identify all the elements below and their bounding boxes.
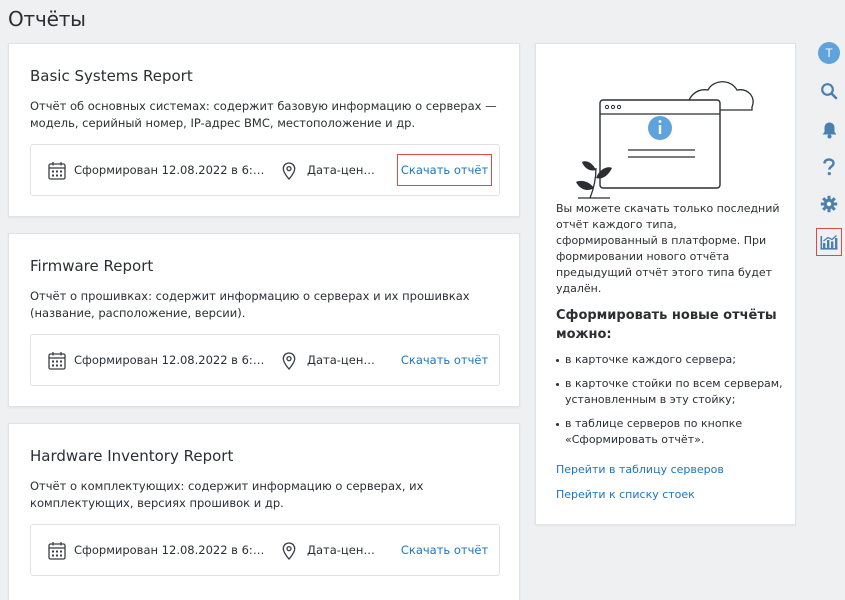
page-title: Отчёты: [8, 7, 86, 31]
right-icon-rail: T: [812, 0, 845, 600]
generated-date: Сформирован 12.08.2022 в 6:03:...: [74, 353, 266, 367]
report-title: Firmware Report: [30, 257, 154, 275]
location-pin-icon: [282, 542, 296, 560]
avatar: T: [818, 42, 840, 64]
help-icon: [823, 158, 835, 176]
report-info-row: Сформирован 12.08.2022 в 6:03:... Дата-ц…: [30, 334, 500, 386]
calendar-icon: [48, 162, 66, 180]
report-description: Отчёт об основных системах: содержит баз…: [30, 99, 497, 130]
report-card-hardware-inventory: Hardware Inventory Report Отчёт о компле…: [8, 423, 520, 600]
reports-button[interactable]: [816, 228, 842, 256]
download-report-button[interactable]: Скачать отчёт: [397, 154, 492, 186]
reports-chart-icon: [820, 235, 838, 250]
calendar-icon: [48, 352, 66, 370]
list-item: в карточке стойки по всем серверам, уста…: [556, 376, 784, 408]
generated-date: Сформирован 12.08.2022 в 6:04:...: [74, 543, 266, 557]
download-report-button[interactable]: Скачать отчёт: [397, 344, 492, 376]
report-info-row: Сформирован 12.08.2022 в 6:04:... Дата-ц…: [30, 144, 500, 196]
calendar-icon: [48, 542, 66, 560]
user-avatar-button[interactable]: T: [816, 39, 842, 67]
report-card-firmware: Firmware Report Отчёт о прошивках: содер…: [8, 233, 520, 407]
racks-list-link[interactable]: Перейти к списку стоек: [556, 488, 695, 501]
report-title: Hardware Inventory Report: [30, 447, 234, 465]
search-button[interactable]: [816, 77, 842, 105]
bell-icon: [822, 122, 836, 139]
info-panel: Вы можете скачать только последний отчёт…: [535, 43, 796, 525]
settings-icon: [820, 195, 838, 213]
report-card-basic-systems: Basic Systems Report Отчёт об основных с…: [8, 43, 520, 217]
datacenter-location: Дата-цент...: [307, 353, 379, 367]
report-description: Отчёт о прошивках: содержит информацию о…: [30, 289, 470, 320]
servers-table-link[interactable]: Перейти в таблицу серверов: [556, 463, 724, 476]
settings-button[interactable]: [816, 190, 842, 218]
location-pin-icon: [282, 352, 296, 370]
report-illustration: [576, 81, 754, 199]
list-item: в таблице серверов по кнопке «Сформирова…: [556, 416, 784, 448]
info-text: Вы можете скачать только последний отчёт…: [556, 202, 780, 295]
report-description: Отчёт о комплектующих: содержит информац…: [30, 479, 424, 510]
notifications-button[interactable]: [816, 116, 842, 144]
help-button[interactable]: [816, 153, 842, 181]
download-report-button[interactable]: Скачать отчёт: [397, 534, 492, 566]
datacenter-location: Дата-цент...: [307, 543, 379, 557]
search-icon: [821, 83, 838, 100]
generate-options-list: в карточке каждого сервера; в карточке с…: [556, 352, 784, 456]
info-heading: Сформировать новые отчёты можно:: [556, 308, 777, 342]
location-pin-icon: [282, 162, 296, 180]
report-info-row: Сформирован 12.08.2022 в 6:04:... Дата-ц…: [30, 524, 500, 576]
list-item: в карточке каждого сервера;: [556, 352, 784, 368]
generated-date: Сформирован 12.08.2022 в 6:04:...: [74, 163, 266, 177]
datacenter-location: Дата-цент...: [307, 163, 379, 177]
report-title: Basic Systems Report: [30, 67, 193, 85]
